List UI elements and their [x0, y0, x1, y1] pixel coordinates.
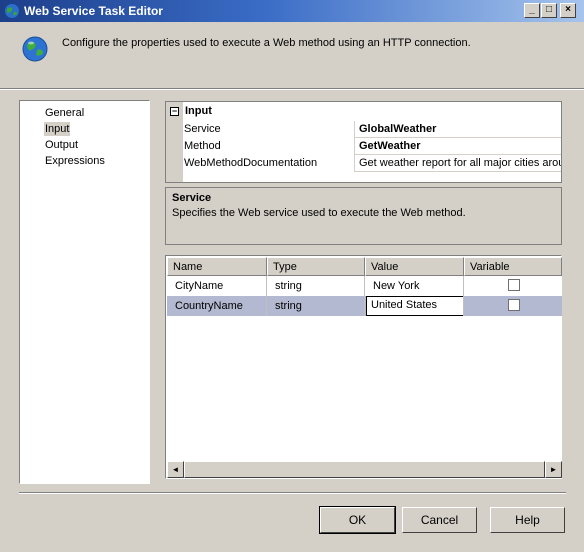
- column-header-value[interactable]: Value: [365, 257, 464, 276]
- title-bar[interactable]: Web Service Task Editor _ □ ×: [0, 0, 584, 22]
- window-title: Web Service Task Editor: [24, 4, 163, 18]
- property-value[interactable]: GlobalWeather: [356, 121, 561, 138]
- globe-icon: [5, 4, 19, 18]
- page-nav-list[interactable]: General Input Output Expressions: [19, 100, 150, 484]
- minimize-button[interactable]: _: [524, 3, 540, 18]
- table-row[interactable]: CityName string New York: [167, 276, 562, 296]
- column-header-type[interactable]: Type: [267, 257, 365, 276]
- cell-type[interactable]: string: [267, 276, 365, 296]
- description-title: Service: [172, 192, 212, 204]
- cancel-button[interactable]: Cancel: [402, 507, 477, 533]
- property-value[interactable]: Get weather report for all major cities …: [356, 155, 561, 172]
- header-description: Configure the properties used to execute…: [62, 37, 471, 49]
- ok-button[interactable]: OK: [319, 506, 396, 534]
- scroll-right-icon[interactable]: ►: [545, 461, 562, 478]
- property-grid[interactable]: − Input Service GlobalWeather Method Get…: [165, 101, 562, 183]
- property-name: WebMethodDocumentation: [183, 155, 355, 172]
- column-header-variable[interactable]: Variable: [464, 257, 562, 276]
- nav-item-input[interactable]: Input: [44, 122, 71, 136]
- cell-name[interactable]: CityName: [167, 276, 267, 296]
- globe-icon: [22, 36, 48, 62]
- property-category-label: Input: [185, 105, 212, 117]
- value-edit-field[interactable]: United States: [366, 296, 463, 316]
- property-name: Method: [183, 138, 355, 155]
- scroll-thumb[interactable]: [184, 461, 545, 478]
- maximize-button[interactable]: □: [541, 3, 557, 18]
- nav-item-expressions[interactable]: Expressions: [44, 154, 106, 168]
- cell-name[interactable]: CountryName: [167, 296, 267, 316]
- header-separator: [0, 88, 584, 90]
- variable-checkbox[interactable]: [508, 279, 520, 291]
- nav-item-output[interactable]: Output: [44, 138, 79, 152]
- footer-separator: [19, 492, 566, 494]
- close-button[interactable]: ×: [560, 3, 576, 18]
- property-value[interactable]: GetWeather: [356, 138, 561, 155]
- property-category-input[interactable]: − Input: [166, 102, 561, 121]
- property-row-method[interactable]: Method GetWeather: [166, 138, 561, 155]
- table-row[interactable]: CountryName string United States: [167, 296, 562, 316]
- description-text: Specifies the Web service used to execut…: [172, 207, 466, 219]
- horizontal-scrollbar[interactable]: ◄ ►: [167, 461, 562, 478]
- help-button[interactable]: Help: [490, 507, 565, 533]
- nav-item-general[interactable]: General: [44, 106, 85, 120]
- cell-variable: [464, 296, 562, 316]
- cell-value[interactable]: New York: [365, 276, 464, 296]
- variable-checkbox[interactable]: [508, 299, 520, 311]
- cell-variable: [464, 276, 562, 296]
- cell-value[interactable]: United States: [365, 296, 464, 316]
- scroll-left-icon[interactable]: ◄: [167, 461, 184, 478]
- collapse-icon[interactable]: −: [170, 107, 179, 116]
- column-header-name[interactable]: Name: [167, 257, 267, 276]
- property-row-webmethoddocumentation[interactable]: WebMethodDocumentation Get weather repor…: [166, 155, 561, 172]
- property-name: Service: [183, 121, 355, 138]
- property-row-service[interactable]: Service GlobalWeather: [166, 121, 561, 138]
- cell-type[interactable]: string: [267, 296, 365, 316]
- header-panel: Configure the properties used to execute…: [0, 22, 584, 90]
- parameters-table[interactable]: Name Type Value Variable CityName string…: [165, 255, 562, 479]
- property-description-panel: Service Specifies the Web service used t…: [165, 187, 562, 245]
